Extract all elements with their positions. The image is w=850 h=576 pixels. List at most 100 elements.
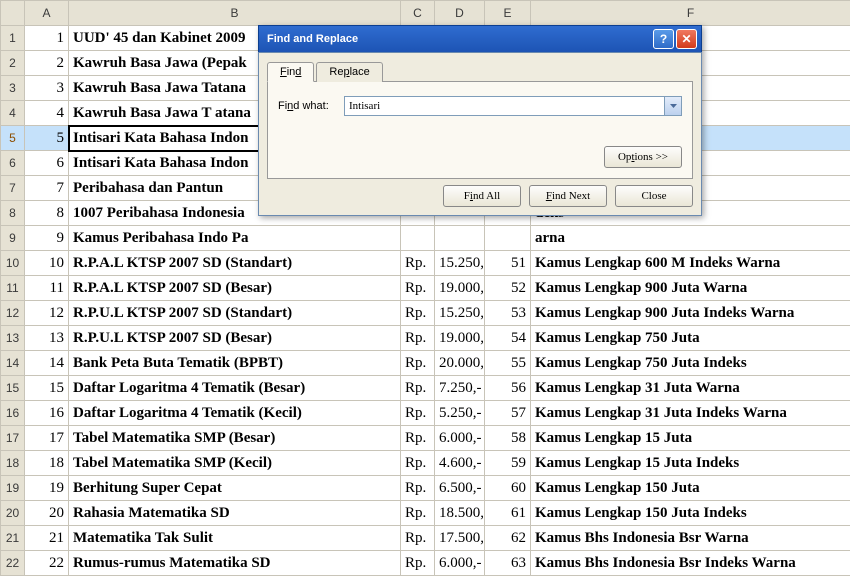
- find-what-combo[interactable]: [344, 96, 682, 116]
- column-header-F[interactable]: F: [531, 1, 850, 26]
- close-button[interactable]: Close: [615, 185, 693, 207]
- row-header[interactable]: 12: [1, 301, 25, 326]
- row-header[interactable]: 9: [1, 226, 25, 251]
- cell[interactable]: Rp.: [401, 526, 435, 551]
- cell[interactable]: 51: [485, 251, 531, 276]
- cell[interactable]: Kamus Lengkap 750 Juta: [531, 326, 850, 351]
- cell[interactable]: 4.600,-: [435, 451, 485, 476]
- cell[interactable]: Kamus Lengkap 150 Juta Indeks: [531, 501, 850, 526]
- cell[interactable]: 9: [25, 226, 69, 251]
- cell[interactable]: R.P.U.L KTSP 2007 SD (Standart): [69, 301, 401, 326]
- cell[interactable]: Rp.: [401, 476, 435, 501]
- cell[interactable]: 57: [485, 401, 531, 426]
- cell[interactable]: Rp.: [401, 551, 435, 576]
- table-row[interactable]: 1313R.P.U.L KTSP 2007 SD (Besar)Rp.19.00…: [1, 326, 850, 351]
- row-header[interactable]: 19: [1, 476, 25, 501]
- cell[interactable]: Rp.: [401, 501, 435, 526]
- cell[interactable]: Kamus Lengkap 15 Juta: [531, 426, 850, 451]
- cell[interactable]: 16: [25, 401, 69, 426]
- cell[interactable]: 4: [25, 101, 69, 126]
- tab-find[interactable]: Find: [267, 62, 314, 82]
- cell[interactable]: 3: [25, 76, 69, 101]
- cell[interactable]: 12: [25, 301, 69, 326]
- select-all-corner[interactable]: [1, 1, 25, 26]
- find-next-button[interactable]: Find Next: [529, 185, 607, 207]
- cell[interactable]: 63: [485, 551, 531, 576]
- cell[interactable]: Kamus Lengkap 900 Juta Indeks Warna: [531, 301, 850, 326]
- cell[interactable]: Rumus-rumus Matematika SD: [69, 551, 401, 576]
- cell[interactable]: 6.000,-: [435, 426, 485, 451]
- row-header[interactable]: 5: [1, 126, 25, 151]
- cell[interactable]: 58: [485, 426, 531, 451]
- row-header[interactable]: 20: [1, 501, 25, 526]
- row-header[interactable]: 8: [1, 201, 25, 226]
- column-header-B[interactable]: B: [69, 1, 401, 26]
- cell[interactable]: 13: [25, 326, 69, 351]
- cell[interactable]: 7.250,-: [435, 376, 485, 401]
- cell[interactable]: 56: [485, 376, 531, 401]
- cell[interactable]: Tabel Matematika SMP (Besar): [69, 426, 401, 451]
- table-row[interactable]: 99Kamus Peribahasa Indo Paarna: [1, 226, 850, 251]
- cell[interactable]: Kamus Lengkap 31 Juta Warna: [531, 376, 850, 401]
- cell[interactable]: 17: [25, 426, 69, 451]
- cell[interactable]: Rp.: [401, 301, 435, 326]
- cell[interactable]: 15: [25, 376, 69, 401]
- find-what-dropdown[interactable]: [664, 97, 681, 115]
- cell[interactable]: 59: [485, 451, 531, 476]
- find-all-button[interactable]: Find All: [443, 185, 521, 207]
- cell[interactable]: R.P.A.L KTSP 2007 SD (Standart): [69, 251, 401, 276]
- cell[interactable]: 54: [485, 326, 531, 351]
- table-row[interactable]: 2020Rahasia Matematika SDRp.18.500,-61Ka…: [1, 501, 850, 526]
- cell[interactable]: 61: [485, 501, 531, 526]
- row-header[interactable]: 6: [1, 151, 25, 176]
- cell[interactable]: 10: [25, 251, 69, 276]
- cell[interactable]: Kamus Bhs Indonesia Bsr Indeks Warna: [531, 551, 850, 576]
- cell[interactable]: Daftar Logaritma 4 Tematik (Kecil): [69, 401, 401, 426]
- table-row[interactable]: 1111R.P.A.L KTSP 2007 SD (Besar)Rp.19.00…: [1, 276, 850, 301]
- find-what-input[interactable]: [345, 97, 664, 115]
- cell[interactable]: Rp.: [401, 451, 435, 476]
- cell[interactable]: Tabel Matematika SMP (Kecil): [69, 451, 401, 476]
- cell[interactable]: Kamus Lengkap 15 Juta Indeks: [531, 451, 850, 476]
- column-header-D[interactable]: D: [435, 1, 485, 26]
- cell[interactable]: Kamus Lengkap 150 Juta: [531, 476, 850, 501]
- cell[interactable]: Daftar Logaritma 4 Tematik (Besar): [69, 376, 401, 401]
- cell[interactable]: 20.000,-: [435, 351, 485, 376]
- options-button[interactable]: Options >>: [604, 146, 682, 168]
- cell[interactable]: Rp.: [401, 326, 435, 351]
- close-x-button[interactable]: ✕: [676, 29, 697, 49]
- cell[interactable]: Kamus Lengkap 31 Juta Indeks Warna: [531, 401, 850, 426]
- cell[interactable]: [485, 226, 531, 251]
- table-row[interactable]: 1717Tabel Matematika SMP (Besar)Rp.6.000…: [1, 426, 850, 451]
- cell[interactable]: 6.500,-: [435, 476, 485, 501]
- cell[interactable]: 18: [25, 451, 69, 476]
- cell[interactable]: Kamus Lengkap 750 Juta Indeks: [531, 351, 850, 376]
- cell[interactable]: 52: [485, 276, 531, 301]
- row-header[interactable]: 4: [1, 101, 25, 126]
- cell[interactable]: 20: [25, 501, 69, 526]
- table-row[interactable]: 1919Berhitung Super CepatRp.6.500,-60Kam…: [1, 476, 850, 501]
- row-header[interactable]: 17: [1, 426, 25, 451]
- cell[interactable]: [401, 226, 435, 251]
- column-header-C[interactable]: C: [401, 1, 435, 26]
- cell[interactable]: Rp.: [401, 401, 435, 426]
- row-header[interactable]: 18: [1, 451, 25, 476]
- cell[interactable]: Rp.: [401, 426, 435, 451]
- cell[interactable]: Rp.: [401, 276, 435, 301]
- cell[interactable]: Kamus Lengkap 900 Juta Warna: [531, 276, 850, 301]
- row-header[interactable]: 13: [1, 326, 25, 351]
- row-header[interactable]: 11: [1, 276, 25, 301]
- cell[interactable]: Bank Peta Buta Tematik (BPBT): [69, 351, 401, 376]
- table-row[interactable]: 1212R.P.U.L KTSP 2007 SD (Standart)Rp.15…: [1, 301, 850, 326]
- cell[interactable]: Rp.: [401, 376, 435, 401]
- cell[interactable]: 21: [25, 526, 69, 551]
- dialog-titlebar[interactable]: Find and Replace ? ✕: [258, 25, 702, 52]
- cell[interactable]: 19: [25, 476, 69, 501]
- cell[interactable]: R.P.A.L KTSP 2007 SD (Besar): [69, 276, 401, 301]
- row-header[interactable]: 1: [1, 26, 25, 51]
- row-header[interactable]: 14: [1, 351, 25, 376]
- cell[interactable]: 1: [25, 26, 69, 51]
- cell[interactable]: 15.250,-: [435, 301, 485, 326]
- cell[interactable]: 22: [25, 551, 69, 576]
- cell[interactable]: 2: [25, 51, 69, 76]
